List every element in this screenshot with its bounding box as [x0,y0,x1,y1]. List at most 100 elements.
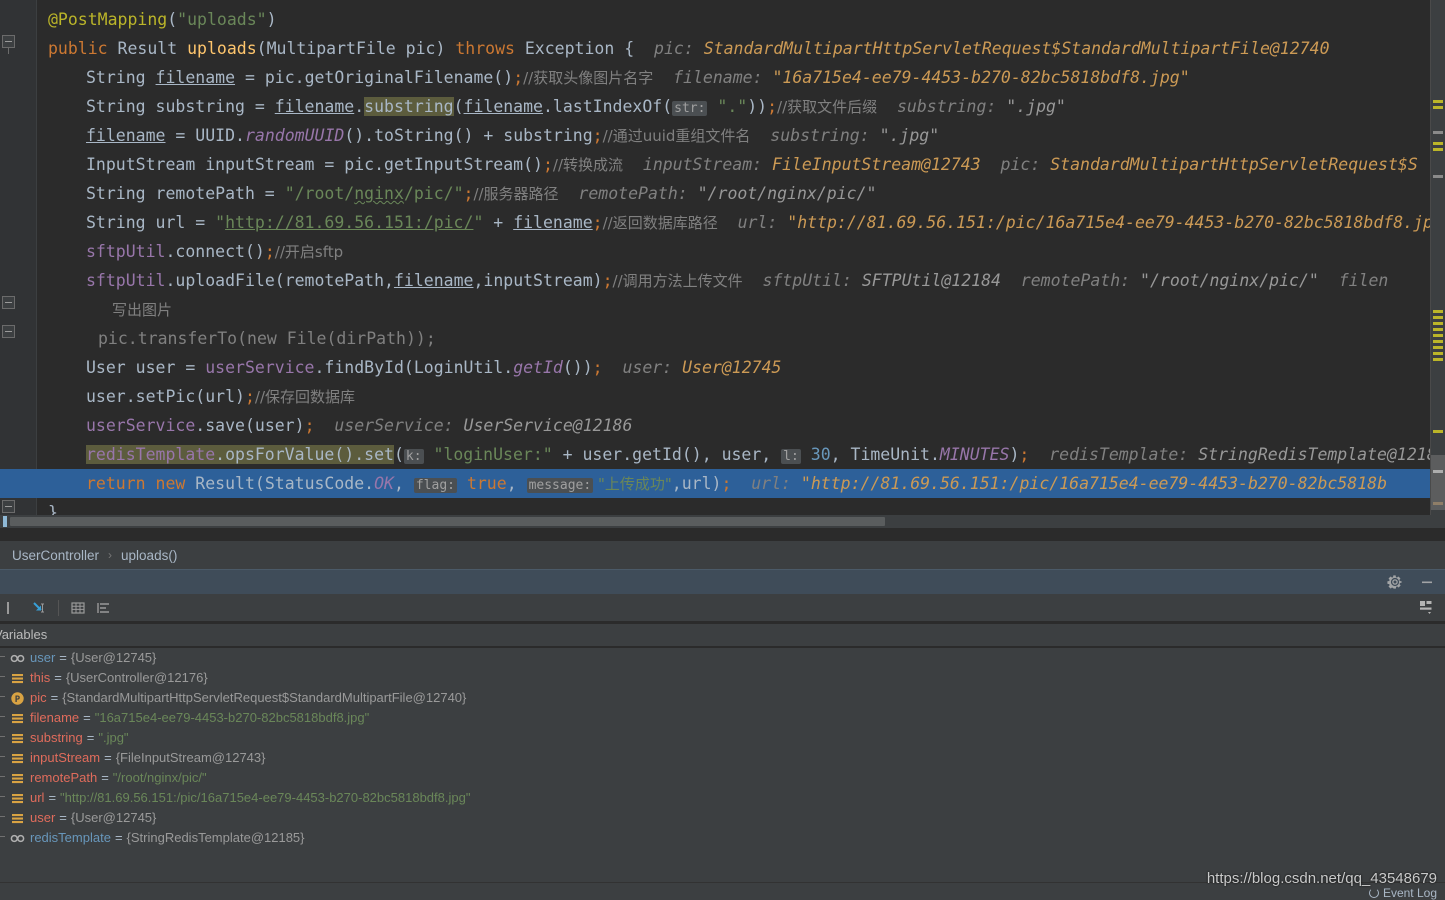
stripe-mark[interactable] [1433,175,1443,178]
code-editor[interactable]: @PostMapping("uploads") public Result upl… [0,0,1445,528]
code-line[interactable]: 写出图片 [37,295,1445,324]
code-lines-container[interactable]: @PostMapping("uploads") public Result upl… [37,0,1445,528]
code-token: substring: [877,97,1007,116]
stripe-mark[interactable] [1433,310,1443,313]
editor-gutter[interactable] [0,0,36,528]
code-line-content: 写出图片 [37,300,172,319]
comment-token: //保存回数据库 [254,388,355,406]
stripe-mark[interactable] [1433,148,1443,151]
expand-toggle-icon[interactable] [0,656,5,657]
stripe-mark[interactable] [1433,340,1443,343]
variable-row[interactable]: redisTemplate = {StringRedisTemplate@12185… [0,828,1445,848]
variables-tab-label[interactable]: Variables [0,624,1445,646]
code-line[interactable]: String url = "http://81.69.56.151:/pic/"… [37,208,1445,237]
expand-toggle-icon[interactable] [0,756,5,757]
code-fold-marker[interactable] [2,35,15,54]
code-line[interactable]: @PostMapping("uploads") [37,5,1445,34]
variable-row[interactable]: filename = "16a715e4-ee79-4453-b270-82bc58… [0,708,1445,728]
variable-icon [10,791,25,806]
debug-toolbar[interactable] [0,594,1445,622]
variable-row[interactable]: this = {UserController@12176} [0,668,1445,688]
stripe-marks [1431,0,1445,528]
code-line[interactable]: sftpUtil.connect();//开启sftp [37,237,1445,266]
expand-toggle-icon[interactable] [0,816,5,817]
analysis-stripe[interactable] [1431,0,1445,528]
expand-toggle-icon[interactable] [0,676,5,677]
variable-value: {User@12745} [70,810,157,825]
code-token: = UUID. [165,126,245,145]
expand-toggle-icon[interactable] [0,776,5,777]
code-line[interactable]: User user = userService.findById(LoginUt… [37,353,1445,382]
sort-values-icon[interactable] [91,597,117,619]
stripe-mark[interactable] [1433,131,1443,134]
code-line[interactable]: userService.save(user); userService: Use… [37,411,1445,440]
code-token: true [466,474,507,493]
variable-row[interactable]: Ppic = {StandardMultipartHttpServletReques… [0,688,1445,708]
event-log-button[interactable]: Event Log [1368,886,1437,900]
variable-row[interactable]: user = {User@12745} [0,648,1445,668]
minimize-icon[interactable] [1419,574,1435,590]
code-token: 30 [810,445,831,464]
code-fold-marker[interactable] [2,296,15,309]
code-line[interactable]: user.setPic(url);//保存回数据库 [37,382,1445,411]
expand-toggle-icon[interactable] [0,716,5,717]
code-token: ,inputStream) [473,271,603,290]
code-line[interactable]: return new Result(StatusCode.OK, flag: t… [37,469,1445,498]
breadcrumb-class[interactable]: UserController [10,548,101,563]
code-token: OK [374,474,394,493]
code-token: .findById(LoginUtil. [314,358,514,377]
variable-row[interactable]: url = "http://81.69.56.151:/pic/16a715e4-e… [0,788,1445,808]
code-fold-marker[interactable] [2,325,15,338]
editor-horizontal-scrollbar[interactable] [0,515,1445,528]
comment-token: 写出图片 [112,301,173,319]
code-line[interactable]: String filename = pic.getOriginalFilenam… [37,63,1445,92]
code-line[interactable]: InputStream inputStream = pic.getInputSt… [37,150,1445,179]
code-token: pic.transferTo(new File(dirPath)); [98,329,436,348]
breadcrumb-method[interactable]: uploads() [119,548,179,563]
code-line[interactable]: public Result uploads(MultipartFile pic)… [37,34,1445,63]
stripe-mark[interactable] [1433,322,1443,325]
stripe-mark[interactable] [1433,334,1443,337]
layout-settings-icon[interactable] [1415,596,1437,618]
code-line[interactable]: String remotePath = "/root/nginx/pic/";/… [37,179,1445,208]
jump-to-source-icon[interactable] [26,597,52,619]
ide-window: @PostMapping("uploads") public Result upl… [0,0,1445,900]
editor-vertical-scrollbar-thumb[interactable] [1431,455,1445,510]
variable-row[interactable]: substring = ".jpg" [0,728,1445,748]
expand-toggle-icon[interactable] [0,736,5,737]
stripe-mark[interactable] [1433,352,1443,355]
stripe-mark[interactable] [1433,358,1443,361]
editor-horizontal-scrollbar-thumb[interactable] [10,517,885,526]
code-fold-marker[interactable] [2,500,15,513]
toolbar-edge-icon[interactable] [0,597,26,619]
code-line[interactable]: String substring = filename.substring(fi… [37,92,1445,121]
stripe-mark[interactable] [1433,100,1443,103]
code-token: MINUTES [939,445,1010,464]
code-token: .save(user) [195,416,305,435]
code-line[interactable]: redisTemplate.opsForValue().set(k: "logi… [37,440,1445,469]
expand-toggle-icon[interactable] [0,836,5,837]
gear-icon[interactable] [1387,574,1403,590]
code-line[interactable]: filename = UUID.randomUUID().toString() … [37,121,1445,150]
breadcrumb[interactable]: UserController › uploads() [0,541,1445,569]
code-line[interactable]: pic.transferTo(new File(dirPath)); [37,324,1445,353]
variable-row[interactable]: inputStream = {FileInputStream@12743} [0,748,1445,768]
view-as-table-icon[interactable] [65,597,91,619]
stripe-mark[interactable] [1433,328,1443,331]
code-token: sftpUtil [86,242,166,261]
variable-equals: = [48,790,57,805]
stripe-mark[interactable] [1433,430,1443,433]
code-token: remotePath: [1000,271,1141,290]
stripe-mark[interactable] [1433,346,1443,349]
code-token: User user = [86,358,206,377]
stripe-mark[interactable] [1433,142,1443,145]
expand-toggle-icon[interactable] [0,696,5,697]
code-line-content: public Result uploads(MultipartFile pic)… [37,39,1330,58]
variables-list[interactable]: user = {User@12745} this = {UserController@12… [0,648,1445,860]
expand-toggle-icon[interactable] [0,796,5,797]
variable-row[interactable]: remotePath = "/root/nginx/pic/" [0,768,1445,788]
stripe-mark[interactable] [1433,106,1443,109]
code-line[interactable]: sftpUtil.uploadFile(remotePath,filename,… [37,266,1445,295]
stripe-mark[interactable] [1433,316,1443,319]
variable-row[interactable]: user = {User@12745} [0,808,1445,828]
